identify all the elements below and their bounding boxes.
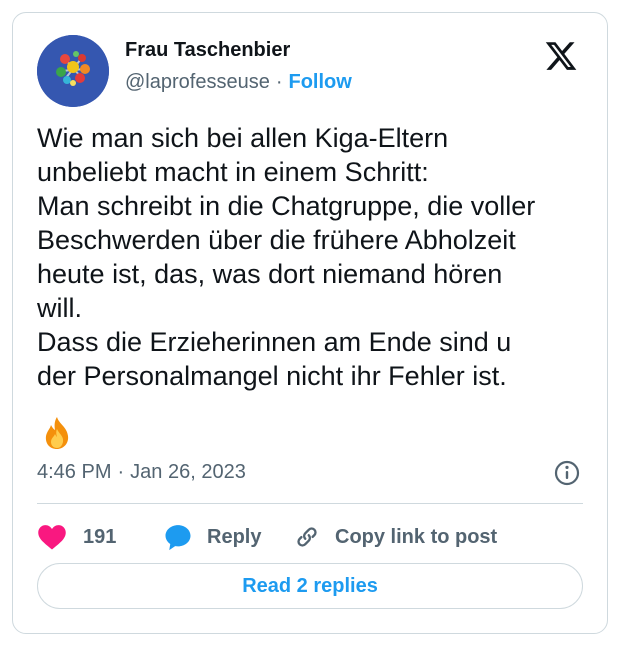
tweet-card: Frau Taschenbier @laprofesseuse · Follow W… <box>12 12 608 634</box>
tweet-line: heute ist, das, was dort niemand hören <box>37 259 503 289</box>
tweet-line: Beschwerden über die frühere Abholzeit <box>37 225 516 255</box>
speech-bubble-icon <box>165 525 191 551</box>
handle-separator: · <box>275 71 283 93</box>
avatar[interactable] <box>37 35 109 107</box>
heart-icon <box>38 525 66 550</box>
copy-link-button[interactable]: Copy link to post <box>293 519 497 555</box>
author-handle-row: @laprofesseuse · Follow <box>125 71 352 94</box>
time-separator: · <box>117 461 125 483</box>
tweet-line: will. <box>37 293 82 323</box>
tweet-line: der Personalmangel nicht ihr Fehler ist. <box>37 361 507 391</box>
tweet-text: Wie man sich bei allen Kiga-Eltern unbel… <box>37 121 597 393</box>
copy-link-label: Copy link to post <box>335 525 498 548</box>
tweet-line: Dass die Erzieherinnen am Ende sind u <box>37 327 512 357</box>
read-replies-button[interactable]: Read 2 replies <box>37 563 583 609</box>
tweet-line: unbeliebt macht in einem Schritt: <box>37 157 429 187</box>
link-icon <box>297 527 317 547</box>
divider <box>37 503 583 504</box>
timestamp[interactable]: 4:46 PM · Jan 26, 2023 <box>37 461 246 484</box>
post-date: Jan 26, 2023 <box>130 461 246 483</box>
avatar-image <box>37 35 109 107</box>
follow-link[interactable]: Follow <box>289 71 352 93</box>
fire-emoji-icon <box>45 417 69 449</box>
like-button[interactable]: 191 <box>37 519 116 555</box>
action-bar: 191 Reply Copy link to post <box>37 519 587 555</box>
reply-label: Reply <box>207 525 262 548</box>
post-time: 4:46 PM <box>37 461 112 483</box>
tweet-line: Wie man sich bei allen Kiga-Eltern <box>37 123 449 153</box>
reply-button[interactable]: Reply <box>163 519 261 555</box>
tweet-line: Man schreibt in die Chatgruppe, die voll… <box>37 191 536 221</box>
info-icon[interactable] <box>553 459 581 487</box>
author-handle[interactable]: @laprofesseuse <box>125 71 270 93</box>
like-count: 191 <box>83 525 117 548</box>
author-name[interactable]: Frau Taschenbier <box>125 39 290 62</box>
x-logo-icon[interactable] <box>543 39 579 73</box>
